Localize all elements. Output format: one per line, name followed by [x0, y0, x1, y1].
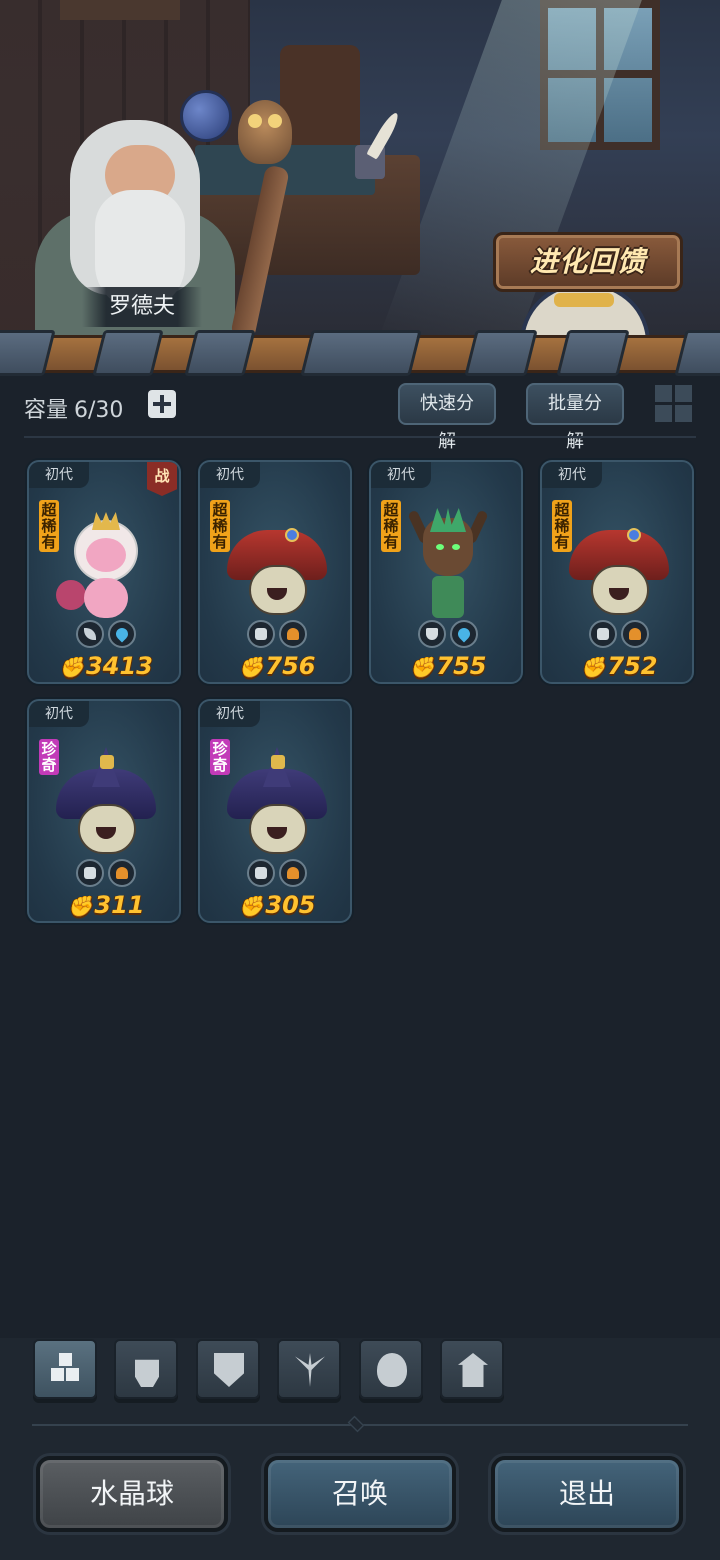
rail-block — [92, 330, 164, 376]
rail-block — [300, 330, 422, 376]
creature-card[interactable]: 初代珍奇 ✊311 — [27, 699, 181, 923]
fist-icon — [135, 1359, 159, 1387]
element-icons — [29, 859, 179, 889]
generation-tag: 初代 — [200, 462, 260, 488]
fist-icon — [247, 620, 275, 648]
element-icons — [371, 620, 521, 650]
power-value: ✊311 — [29, 891, 179, 919]
exit-button[interactable]: 退出 — [491, 1456, 683, 1532]
all-icon — [51, 1353, 81, 1387]
purple-mushroom-art — [56, 749, 156, 861]
generation-tag: 初代 — [29, 701, 89, 727]
capacity-display: 容量 6/30 — [24, 392, 123, 424]
earth-icon — [621, 620, 649, 648]
power-number: 311 — [94, 891, 145, 919]
tab-alien[interactable] — [359, 1339, 423, 1399]
battle-badge: 战 — [147, 462, 177, 496]
crystal-ball-button[interactable]: 水晶球 — [36, 1456, 228, 1532]
water-icon — [450, 620, 478, 648]
element-icons — [200, 859, 350, 889]
owl — [238, 100, 292, 164]
earth-icon — [279, 859, 307, 887]
earth-icon — [279, 620, 307, 648]
tab-fist[interactable] — [114, 1339, 178, 1399]
power-value: ✊755 — [371, 652, 521, 680]
generation-tag: 初代 — [29, 462, 89, 488]
generation-tag: 初代 — [371, 462, 431, 488]
divider — [24, 436, 696, 438]
tab-shield[interactable] — [196, 1339, 260, 1399]
tower-icon — [458, 1353, 488, 1387]
power-icon: ✊ — [59, 655, 85, 679]
earth-icon — [108, 859, 136, 887]
quick-decompose-button[interactable]: 快速分解 — [398, 383, 496, 452]
power-value: ✊756 — [200, 652, 350, 680]
creature-card[interactable]: 初代超稀有 ✊756 — [198, 460, 352, 684]
add-capacity-button[interactable] — [148, 390, 176, 418]
tab-tower[interactable] — [440, 1339, 504, 1399]
npc-name: 罗德夫 — [82, 287, 202, 327]
power-icon: ✊ — [238, 894, 264, 918]
rail-block — [464, 330, 538, 376]
game-screen: 罗德夫 进化回馈 容量 6/30 快速分解 批量分解 初代战超稀有 ✊3413 初代超… — [0, 0, 720, 1560]
summon-button[interactable]: 召唤 — [264, 1456, 456, 1532]
creature-card[interactable]: 初代超稀有 ✊755 — [369, 460, 523, 684]
tab-leaf[interactable] — [277, 1339, 341, 1399]
fist-icon — [76, 859, 104, 887]
power-value: ✊3413 — [29, 652, 179, 680]
bookshelf — [60, 0, 180, 20]
generation-tag: 初代 — [200, 701, 260, 727]
power-number: 752 — [607, 652, 658, 680]
tab-all[interactable] — [33, 1339, 97, 1399]
creature-card[interactable]: 初代战超稀有 ✊3413 — [27, 460, 181, 684]
evolve-feedback-button[interactable]: 进化回馈 — [493, 232, 683, 292]
rail-block — [184, 330, 256, 376]
element-icons — [542, 620, 692, 650]
fairy-art — [56, 510, 156, 622]
capacity-label: 容量 — [24, 398, 69, 423]
creature-card[interactable]: 初代珍奇 ✊305 — [198, 699, 352, 923]
fist-icon — [589, 620, 617, 648]
capacity-value: 6/30 — [74, 398, 124, 423]
creature-card[interactable]: 初代超稀有 ✊752 — [540, 460, 694, 684]
red-mushroom-art — [227, 510, 327, 622]
shield-icon — [214, 1353, 244, 1387]
shield-icon — [418, 620, 446, 648]
power-value: ✊305 — [200, 891, 350, 919]
red-mushroom-art — [569, 510, 669, 622]
power-number: 305 — [265, 891, 316, 919]
leaf-icon — [295, 1353, 325, 1387]
study-room-scene: 罗德夫 进化回馈 — [0, 0, 720, 340]
alien-icon — [377, 1353, 407, 1387]
power-number: 755 — [436, 652, 487, 680]
element-icons — [29, 620, 179, 650]
power-icon: ✊ — [409, 655, 435, 679]
power-number: 3413 — [86, 652, 153, 680]
power-icon: ✊ — [67, 894, 93, 918]
fist-icon — [247, 859, 275, 887]
power-icon: ✊ — [238, 655, 264, 679]
purple-mushroom-art — [227, 749, 327, 861]
rail-block — [556, 330, 630, 376]
batch-decompose-button[interactable]: 批量分解 — [526, 383, 624, 452]
element-icons — [200, 620, 350, 650]
tree-spirit-art — [398, 508, 498, 622]
leaf-icon — [76, 620, 104, 648]
power-value: ✊752 — [542, 652, 692, 680]
water-icon — [108, 620, 136, 648]
power-number: 756 — [265, 652, 316, 680]
grid-view-icon[interactable] — [655, 385, 693, 423]
generation-tag: 初代 — [542, 462, 602, 488]
power-icon: ✊ — [580, 655, 606, 679]
